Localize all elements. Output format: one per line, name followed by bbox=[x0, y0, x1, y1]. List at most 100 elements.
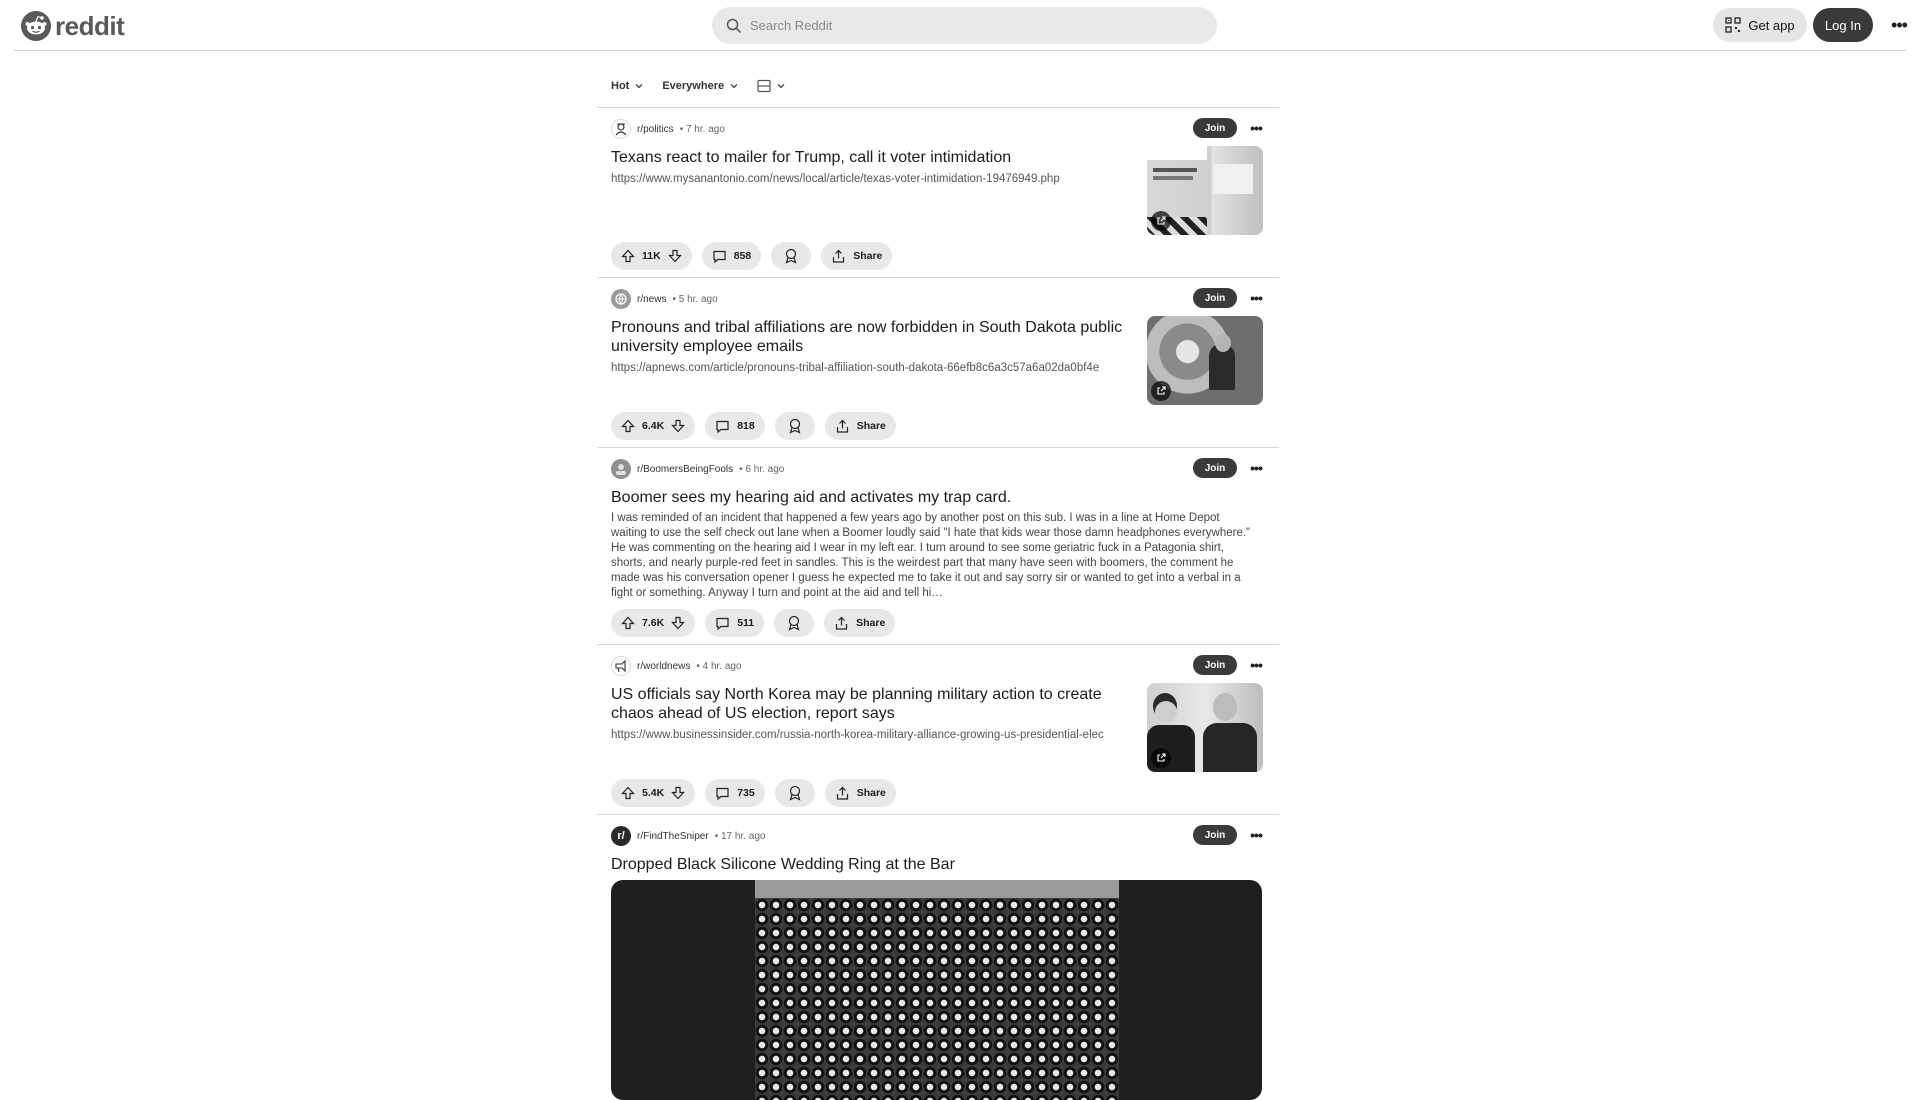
post-thumbnail[interactable] bbox=[1147, 683, 1263, 772]
join-button[interactable]: Join bbox=[1193, 288, 1237, 308]
post-time: • 6 hr. ago bbox=[739, 463, 785, 475]
downvote-icon[interactable] bbox=[671, 419, 686, 433]
award-button[interactable] bbox=[774, 609, 815, 637]
post-time: • 4 hr. ago bbox=[696, 660, 742, 672]
downvote-icon[interactable] bbox=[671, 786, 686, 800]
chevron-down-icon bbox=[777, 83, 785, 88]
subreddit-link[interactable]: r/news bbox=[637, 294, 666, 305]
comment-icon bbox=[716, 420, 729, 433]
share-button[interactable]: Share bbox=[824, 609, 896, 637]
comment-icon bbox=[713, 250, 726, 263]
feed: Hot Everywhere r/politics • 7 hr. ago Jo… bbox=[597, 64, 1279, 1100]
downvote-icon[interactable] bbox=[671, 616, 686, 630]
vote-count: 7.6K bbox=[642, 617, 665, 629]
join-button[interactable]: Join bbox=[1193, 118, 1237, 138]
subreddit-avatar[interactable] bbox=[611, 119, 631, 139]
post-card[interactable]: r/BoomersBeingFools • 6 hr. ago Join •••… bbox=[597, 448, 1279, 645]
comments-button[interactable]: 858 bbox=[701, 242, 762, 270]
post-card[interactable]: r/news • 5 hr. ago Join ••• Pronouns and… bbox=[597, 278, 1279, 448]
join-button[interactable]: Join bbox=[1193, 655, 1237, 675]
join-button[interactable]: Join bbox=[1193, 825, 1237, 845]
share-button[interactable]: Share bbox=[821, 242, 893, 270]
post-title[interactable]: Texans react to mailer for Trump, call i… bbox=[611, 148, 1131, 167]
join-button[interactable]: Join bbox=[1193, 458, 1237, 478]
post-title[interactable]: Dropped Black Silicone Wedding Ring at t… bbox=[611, 855, 1251, 874]
get-app-label: Get app bbox=[1748, 17, 1795, 33]
post-title[interactable]: Boomer sees my hearing aid and activates… bbox=[611, 488, 1251, 507]
upvote-icon[interactable] bbox=[621, 249, 635, 263]
comments-button[interactable]: 735 bbox=[705, 779, 765, 807]
post-meta: r/politics • 7 hr. ago bbox=[611, 108, 1265, 148]
more-options-icon[interactable]: ••• bbox=[1246, 118, 1266, 138]
more-options-icon[interactable]: ••• bbox=[1246, 655, 1266, 675]
award-button[interactable] bbox=[771, 242, 812, 270]
comments-button[interactable]: 511 bbox=[705, 609, 765, 637]
search-bar[interactable] bbox=[712, 7, 1217, 44]
post-meta: r/BoomersBeingFools • 6 hr. ago bbox=[611, 448, 1265, 488]
post-title[interactable]: Pronouns and tribal affiliations are now… bbox=[611, 318, 1131, 356]
vote-count: 6.4K bbox=[642, 420, 665, 432]
post-image[interactable] bbox=[611, 880, 1262, 1100]
upvote-icon[interactable] bbox=[621, 616, 635, 630]
sort-bar: Hot Everywhere bbox=[597, 64, 1279, 108]
vote-control: 7.6K bbox=[611, 609, 696, 637]
sort-dropdown[interactable]: Hot bbox=[611, 80, 644, 92]
post-card[interactable]: r/politics • 7 hr. ago Join ••• Texans r… bbox=[597, 108, 1279, 278]
reddit-logo[interactable]: reddit bbox=[21, 11, 125, 41]
subreddit-avatar[interactable]: r/ bbox=[611, 826, 631, 846]
subreddit-avatar[interactable] bbox=[611, 289, 631, 309]
award-icon bbox=[785, 248, 797, 264]
award-icon bbox=[788, 615, 800, 631]
post-thumbnail[interactable] bbox=[1147, 146, 1263, 235]
post-body[interactable]: I was reminded of an incident that happe… bbox=[611, 511, 1251, 601]
external-link-icon bbox=[1151, 748, 1171, 768]
upvote-icon[interactable] bbox=[621, 419, 635, 433]
get-app-button[interactable]: Get app bbox=[1713, 8, 1807, 42]
subreddit-link[interactable]: r/worldnews bbox=[637, 661, 690, 672]
subreddit-avatar[interactable] bbox=[611, 656, 631, 676]
post-title[interactable]: US officials say North Korea may be plan… bbox=[611, 685, 1131, 723]
vote-count: 11K bbox=[642, 250, 661, 262]
more-options-icon[interactable]: ••• bbox=[1886, 12, 1912, 38]
post-link[interactable]: https://www.businessinsider.com/russia-n… bbox=[611, 727, 1144, 743]
more-options-icon[interactable]: ••• bbox=[1246, 458, 1266, 478]
subreddit-link[interactable]: r/BoomersBeingFools bbox=[637, 464, 733, 475]
subreddit-link[interactable]: r/FindTheSniper bbox=[637, 831, 709, 842]
downvote-icon[interactable] bbox=[667, 249, 682, 263]
upvote-icon[interactable] bbox=[621, 786, 635, 800]
post-link[interactable]: https://www.mysanantonio.com/news/local/… bbox=[611, 171, 1144, 187]
top-header: reddit Get app Log In ••• bbox=[14, 0, 1908, 51]
post-time: • 7 hr. ago bbox=[679, 123, 725, 135]
vote-control: 5.4K bbox=[611, 779, 696, 807]
post-card[interactable]: r/worldnews • 4 hr. ago Join ••• US offi… bbox=[597, 645, 1279, 815]
share-button[interactable]: Share bbox=[824, 779, 896, 807]
award-button[interactable] bbox=[774, 779, 815, 807]
award-icon bbox=[789, 785, 801, 801]
post-link[interactable]: https://apnews.com/article/pronouns-trib… bbox=[611, 360, 1144, 376]
subreddit-link[interactable]: r/politics bbox=[637, 124, 674, 135]
location-label: Everywhere bbox=[662, 79, 725, 92]
post-meta: r/ r/FindTheSniper • 17 hr. ago bbox=[611, 815, 1265, 855]
post-meta: r/news • 5 hr. ago bbox=[611, 278, 1265, 318]
subreddit-avatar[interactable] bbox=[611, 459, 631, 479]
share-icon bbox=[836, 419, 848, 433]
award-icon bbox=[789, 418, 801, 434]
view-dropdown[interactable] bbox=[757, 79, 786, 93]
comment-count: 511 bbox=[737, 617, 755, 629]
post-card[interactable]: r/ r/FindTheSniper • 17 hr. ago Join •••… bbox=[597, 815, 1279, 1100]
sort-label: Hot bbox=[611, 79, 630, 92]
more-options-icon[interactable]: ••• bbox=[1246, 288, 1266, 308]
post-thumbnail[interactable] bbox=[1147, 316, 1263, 405]
share-button[interactable]: Share bbox=[824, 412, 896, 440]
search-input[interactable] bbox=[750, 18, 1190, 33]
post-actions: 7.6K 511 Share bbox=[611, 601, 896, 645]
award-button[interactable] bbox=[774, 412, 815, 440]
drain-grate-photo bbox=[755, 880, 1119, 1100]
post-actions: 5.4K 735 Share bbox=[611, 771, 896, 815]
comments-button[interactable]: 818 bbox=[705, 412, 765, 440]
post-time: • 5 hr. ago bbox=[672, 293, 718, 305]
share-icon bbox=[836, 616, 848, 630]
more-options-icon[interactable]: ••• bbox=[1246, 825, 1266, 845]
location-dropdown[interactable]: Everywhere bbox=[662, 80, 739, 92]
login-button[interactable]: Log In bbox=[1813, 8, 1873, 42]
